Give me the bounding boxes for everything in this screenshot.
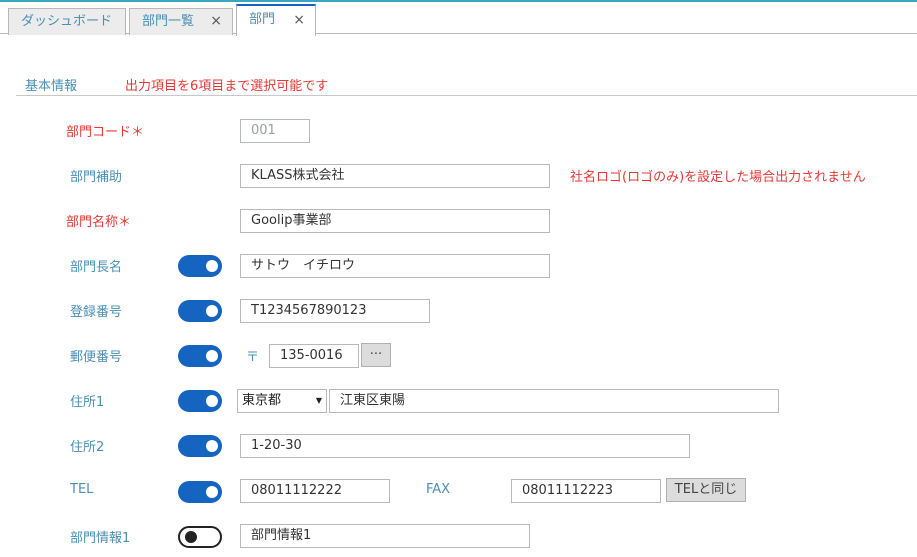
department-info1-input[interactable]: 部門情報1 <box>240 524 530 548</box>
department-info1-label: 部門情報1 <box>70 531 131 546</box>
tab-department-list[interactable]: 部門一覧 × <box>129 8 233 35</box>
basic-info-section-header: 基本情報 出力項目を6項目まで選択可能です <box>16 72 917 96</box>
postal-code-label: 郵便番号 <box>70 350 123 365</box>
tab-dashboard-label: ダッシュボード <box>21 14 113 29</box>
tab-department[interactable]: 部門 × <box>236 4 316 36</box>
postal-code-toggle[interactable] <box>178 345 222 367</box>
postal-mark-icon: 〒 <box>246 350 260 365</box>
department-supplement-input[interactable]: KLASS株式会社 <box>240 164 550 188</box>
prefecture-value: 東京都 <box>242 393 282 408</box>
close-icon[interactable]: × <box>210 9 222 34</box>
tel-toggle[interactable] <box>178 481 222 503</box>
tab-department-list-label: 部門一覧 <box>142 14 195 29</box>
department-code-input[interactable]: 001 <box>240 119 310 143</box>
registration-number-label: 登録番号 <box>70 305 123 320</box>
section-title: 基本情報 <box>25 79 78 94</box>
toggle-knob <box>206 350 218 362</box>
same-as-tel-button[interactable]: TELと同じ <box>666 478 746 502</box>
department-supplement-label: 部門補助 <box>70 170 123 185</box>
toggle-knob <box>206 440 218 452</box>
toggle-knob <box>206 395 218 407</box>
department-code-label: 部門コード＊ <box>66 125 145 140</box>
logo-warning-note: 社名ロゴ(ロゴのみ)を設定した場合出力されません <box>570 170 866 185</box>
registration-number-input[interactable]: T1234567890123 <box>240 299 430 323</box>
dropdown-arrow-icon: ▼ <box>315 396 322 405</box>
department-name-input[interactable]: Goolip事業部 <box>240 209 550 233</box>
registration-number-toggle[interactable] <box>178 300 222 322</box>
close-icon[interactable]: × <box>293 6 305 34</box>
tel-input[interactable]: 08011112222 <box>240 479 390 503</box>
manager-name-input[interactable]: サトウ イチロウ <box>240 254 550 278</box>
manager-name-toggle[interactable] <box>178 255 222 277</box>
prefecture-select[interactable]: 東京都 ▼ <box>237 389 327 413</box>
tab-dashboard[interactable]: ダッシュボード <box>8 8 126 35</box>
address1-label: 住所1 <box>70 395 105 410</box>
toggle-knob <box>206 486 218 498</box>
section-note: 出力項目を6項目まで選択可能です <box>125 79 329 94</box>
tel-label: TEL <box>70 482 94 497</box>
tab-department-label: 部門 <box>249 12 276 27</box>
address2-input[interactable]: 1-20-30 <box>240 434 690 458</box>
toggle-knob <box>206 260 218 272</box>
department-name-label: 部門名称＊ <box>66 215 132 230</box>
manager-name-label: 部門長名 <box>70 260 123 275</box>
toggle-knob <box>185 531 197 543</box>
postal-code-input[interactable]: 135-0016 <box>269 344 359 368</box>
fax-input[interactable]: 08011112223 <box>511 479 661 503</box>
toggle-knob <box>206 305 218 317</box>
address1-toggle[interactable] <box>178 390 222 412</box>
address2-toggle[interactable] <box>178 435 222 457</box>
address2-label: 住所2 <box>70 440 105 455</box>
postal-lookup-button[interactable]: ··· <box>361 343 391 367</box>
department-info1-toggle[interactable] <box>178 526 222 548</box>
fax-label: FAX <box>426 482 451 497</box>
tab-bar: ダッシュボード 部門一覧 × 部門 × <box>0 2 917 36</box>
address1-input[interactable]: 江東区東陽 <box>329 389 779 413</box>
